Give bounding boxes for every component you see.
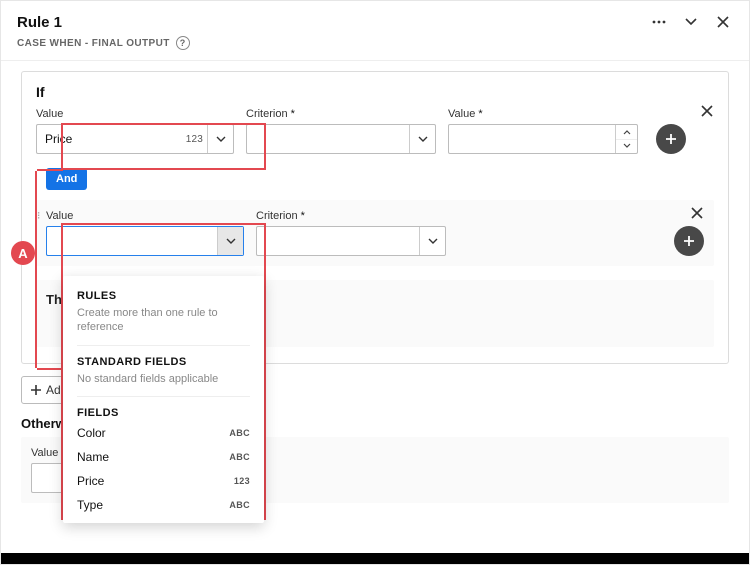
- dd-item-type: 123: [234, 476, 250, 486]
- dd-item-label: Type: [77, 498, 103, 512]
- dd-section-standard-fields: STANDARD FIELDS: [63, 350, 264, 370]
- criterion-label: Criterion: [246, 108, 436, 120]
- add-condition-button[interactable]: [674, 226, 704, 256]
- dd-item-type: ABC: [229, 500, 250, 510]
- rule-subtitle: CASE WHEN - FINAL OUTPUT: [17, 38, 170, 49]
- step-up-icon[interactable]: [616, 125, 637, 140]
- value-combo-row1[interactable]: Price 123: [36, 124, 234, 154]
- criterion-label: Criterion: [256, 210, 446, 222]
- dd-section-rules: RULES: [63, 284, 264, 304]
- dd-item-type: ABC: [229, 428, 250, 438]
- value2-label: Value: [448, 108, 638, 120]
- dd-item-label: Name: [77, 450, 109, 464]
- dd-field-item[interactable]: Color ABC: [63, 421, 264, 445]
- dd-item-label: Color: [77, 426, 106, 440]
- help-icon[interactable]: ?: [176, 36, 190, 50]
- remove-row-icon[interactable]: [690, 206, 704, 220]
- if-title: If: [36, 84, 714, 100]
- chevron-down-icon[interactable]: [419, 227, 445, 255]
- value-label: Value: [36, 108, 234, 120]
- chevron-down-icon[interactable]: [409, 125, 435, 153]
- dd-field-item[interactable]: Price 123: [63, 469, 264, 493]
- chevron-down-icon[interactable]: [217, 227, 243, 255]
- dd-field-item[interactable]: Type ABC: [63, 493, 264, 517]
- dd-field-item[interactable]: Name ABC: [63, 445, 264, 469]
- value-number-input[interactable]: [448, 124, 638, 154]
- value-label: Value: [46, 210, 244, 222]
- chevron-down-icon[interactable]: [681, 12, 701, 32]
- more-icon[interactable]: [649, 12, 669, 32]
- dd-item-type: ABC: [229, 452, 250, 462]
- chevron-down-icon[interactable]: [207, 125, 233, 153]
- value-text: Price: [37, 125, 186, 153]
- criterion-combo-row2[interactable]: [256, 226, 446, 256]
- dd-std-desc: No standard fields applicable: [63, 370, 264, 394]
- rule-title: Rule 1: [17, 14, 62, 31]
- value-dropdown-panel: RULES Create more than one rule to refer…: [63, 276, 264, 523]
- condition-row-1: Value Price 123 Criterion: [36, 108, 714, 154]
- value-combo-row2[interactable]: [46, 226, 244, 256]
- remove-row-icon[interactable]: [700, 104, 714, 118]
- dd-item-label: Price: [77, 474, 104, 488]
- annotation-connector: [35, 171, 37, 368]
- criterion-combo-row1[interactable]: [246, 124, 436, 154]
- close-icon[interactable]: [713, 12, 733, 32]
- value-type-badge: 123: [186, 125, 207, 153]
- condition-row-2: ⠿ Value C: [36, 200, 714, 266]
- and-operator-chip[interactable]: And: [46, 168, 87, 190]
- dd-section-fields: FIELDS: [63, 401, 264, 421]
- step-down-icon[interactable]: [616, 140, 637, 154]
- dd-rules-desc: Create more than one rule to reference: [63, 304, 264, 343]
- annotation-badge-a: A: [11, 241, 35, 265]
- add-condition-button[interactable]: [656, 124, 686, 154]
